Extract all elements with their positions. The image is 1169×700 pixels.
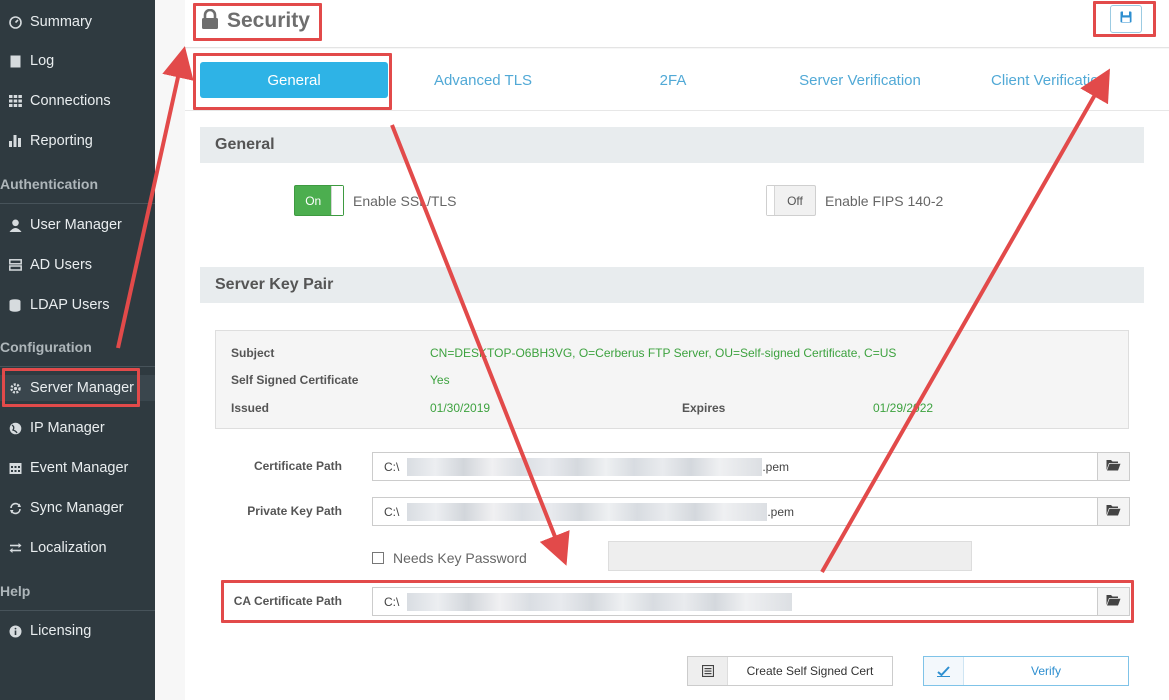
redacted-path <box>407 457 763 476</box>
path-suffix: .pem <box>767 504 795 519</box>
annotation-box-title <box>193 3 322 41</box>
server-icon <box>8 258 22 272</box>
annotation-box-ca-path <box>221 580 1134 623</box>
subject-value: CN=DESKTOP-O6BH3VG, O=Cerberus FTP Serve… <box>430 346 897 360</box>
sidebar-item-localization[interactable]: Localization <box>0 535 155 561</box>
sidebar-item-reporting[interactable]: Reporting <box>0 128 155 154</box>
verify-button[interactable]: Verify <box>923 656 1129 686</box>
sidebar-heading-configuration: Configuration <box>0 339 92 355</box>
sidebar-item-ad-users[interactable]: AD Users <box>0 252 155 278</box>
sidebar-divider <box>0 610 155 611</box>
certificate-icon <box>688 657 728 685</box>
section-title: Server Key Pair <box>215 276 334 293</box>
private-key-path-input[interactable]: C:\ .pem <box>372 497 1098 526</box>
self-signed-label: Self Signed Certificate <box>231 373 359 387</box>
sidebar-item-label: Summary <box>30 14 93 30</box>
sidebar-item-label: LDAP Users <box>30 297 110 313</box>
sidebar: Summary Log Connections Reporting Authen… <box>0 0 155 700</box>
annotation-box-save <box>1093 1 1156 37</box>
private-key-path-label: Private Key Path <box>247 504 342 518</box>
sidebar-item-label: Event Manager <box>30 460 129 476</box>
sidebar-heading-authentication: Authentication <box>0 176 98 192</box>
folder-open-icon <box>1106 503 1121 521</box>
sidebar-item-log[interactable]: Log <box>0 48 155 74</box>
browse-private-key-button[interactable] <box>1097 497 1130 526</box>
page-header <box>185 0 1169 48</box>
sync-icon <box>8 501 22 515</box>
sidebar-item-label: Sync Manager <box>30 500 124 516</box>
sidebar-item-user-manager[interactable]: User Manager <box>0 212 155 238</box>
annotation-box-general-tab <box>193 53 392 110</box>
sidebar-item-label: IP Manager <box>30 420 105 436</box>
button-label: Create Self Signed Cert <box>746 664 874 678</box>
needs-password-checkbox[interactable] <box>372 552 384 564</box>
self-signed-value: Yes <box>430 373 450 387</box>
tab-2fa[interactable]: 2FA <box>585 62 761 98</box>
toggle-state: On <box>305 193 322 208</box>
fips-toggle[interactable]: Off <box>766 185 816 216</box>
sidebar-item-event-manager[interactable]: Event Manager <box>0 455 155 481</box>
ssl-toggle[interactable]: On <box>294 185 344 216</box>
path-prefix: C:\ <box>384 504 400 519</box>
redacted-path <box>407 502 768 521</box>
sidebar-heading-help: Help <box>0 583 31 599</box>
tab-server-verification[interactable]: Server Verification <box>772 62 948 98</box>
sidebar-item-label: Localization <box>30 540 107 556</box>
certificate-path-input[interactable]: C:\ .pem <box>372 452 1098 481</box>
sidebar-item-summary[interactable]: Summary <box>0 9 155 35</box>
key-password-input[interactable] <box>608 541 972 571</box>
sidebar-divider <box>0 203 155 204</box>
database-icon <box>8 298 22 312</box>
info-icon <box>8 624 22 638</box>
needs-password-label: Needs Key Password <box>393 550 527 566</box>
gauge-icon <box>8 15 22 29</box>
subject-label: Subject <box>231 346 275 360</box>
user-icon <box>8 218 22 232</box>
folder-open-icon <box>1106 458 1121 476</box>
annotation-box-server-manager <box>2 368 140 407</box>
check-icon <box>924 657 964 685</box>
sidebar-item-sync-manager[interactable]: Sync Manager <box>0 495 155 521</box>
sidebar-item-ldap-users[interactable]: LDAP Users <box>0 292 155 318</box>
tab-client-verification[interactable]: Client Verification <box>961 62 1137 98</box>
fips-label: Enable FIPS 140-2 <box>825 193 944 209</box>
toggle-knob <box>767 186 775 215</box>
issued-label: Issued <box>231 401 270 415</box>
sidebar-item-label: Licensing <box>30 623 92 639</box>
button-label: Verify <box>1030 664 1061 678</box>
path-prefix: C:\ <box>384 459 400 474</box>
grid-icon <box>8 94 22 108</box>
expires-value: 01/29/2022 <box>873 401 934 415</box>
sidebar-item-label: Log <box>30 53 55 69</box>
tab-advanced-tls[interactable]: Advanced TLS <box>395 62 571 98</box>
toggle-knob <box>331 186 343 215</box>
sidebar-divider <box>0 366 155 367</box>
sidebar-item-label: User Manager <box>30 217 122 233</box>
sidebar-item-connections[interactable]: Connections <box>0 88 155 114</box>
expires-label: Expires <box>682 401 726 415</box>
certificate-path-label: Certificate Path <box>253 459 342 473</box>
sidebar-item-ip-manager[interactable]: IP Manager <box>0 415 155 441</box>
sidebar-item-licensing[interactable]: Licensing <box>0 618 155 644</box>
sidebar-item-label: Connections <box>30 93 111 109</box>
ssl-label: Enable SSL/TLS <box>353 193 457 209</box>
sidebar-item-label: Reporting <box>30 133 93 149</box>
issued-value: 01/30/2019 <box>430 401 491 415</box>
create-self-signed-cert-button[interactable]: Create Self Signed Cert <box>687 656 893 686</box>
file-icon <box>8 54 22 68</box>
sidebar-item-label: AD Users <box>30 257 93 273</box>
bar-chart-icon <box>8 134 22 148</box>
section-title: General <box>215 136 275 153</box>
calendar-icon <box>8 461 22 475</box>
section-server-key-pair: Server Key Pair <box>200 267 1144 303</box>
browse-certificate-button[interactable] <box>1097 452 1130 481</box>
section-general: General <box>200 127 1144 163</box>
globe-icon <box>8 421 22 435</box>
path-suffix: .pem <box>762 459 790 474</box>
toggle-state: Off <box>787 193 803 208</box>
exchange-icon <box>8 541 22 555</box>
